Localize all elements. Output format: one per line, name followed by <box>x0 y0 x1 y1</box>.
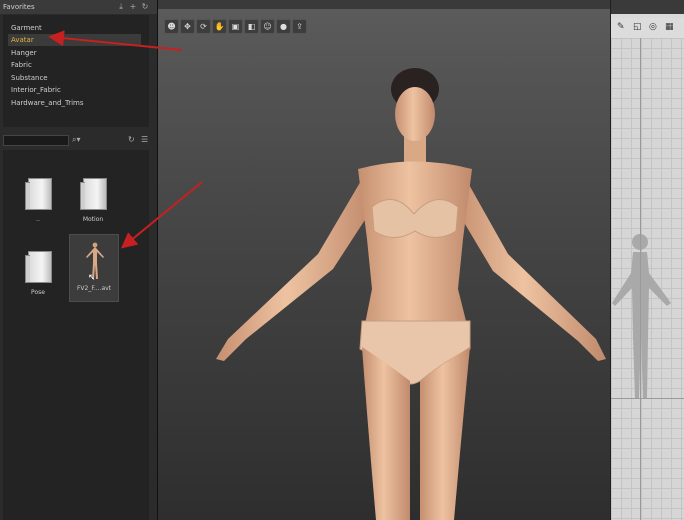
viewport-toolbar: ☻ ✥ ⟳ ✋ ▣ ◧ ☺ ● ⇪ <box>158 19 318 37</box>
mouse-cursor-icon: ↖ <box>88 273 96 283</box>
library-tile-avatar-file[interactable]: FV2_F....avt ↖ <box>69 234 119 302</box>
refresh-icon[interactable]: ↻ <box>140 0 150 14</box>
select-tool-icon[interactable]: ◱ <box>633 22 642 32</box>
favorites-item-avatar[interactable]: Avatar <box>8 34 141 46</box>
texture-tool-button[interactable]: ◧ <box>244 19 259 34</box>
move-tool-button[interactable]: ✥ <box>180 19 195 34</box>
favorites-item-fabric[interactable]: Fabric <box>8 59 141 71</box>
folder-icon <box>80 178 107 210</box>
favorites-title: Favorites <box>3 3 35 11</box>
search-icon[interactable]: ⌕▾ <box>72 135 81 145</box>
rotate-tool-button[interactable]: ⟳ <box>196 19 211 34</box>
2d-panel-header <box>611 0 684 14</box>
list-view-icon[interactable]: ☰ <box>141 135 148 144</box>
favorites-item-garment[interactable]: Garment <box>8 22 141 34</box>
export-tool-button[interactable]: ⇪ <box>292 19 307 34</box>
library-tile-pose[interactable]: Pose <box>14 241 62 307</box>
library-grid: .. Motion Pose FV2_F....avt ↖ <box>3 150 149 520</box>
edit-tool-icon[interactable]: ◎ <box>649 22 657 32</box>
favorites-item-hanger[interactable]: Hanger <box>8 47 141 59</box>
hide-tool-button[interactable]: ▣ <box>228 19 243 34</box>
favorites-list: Garment Avatar Hanger Fabric Substance I… <box>3 15 149 127</box>
folder-icon <box>25 251 52 283</box>
library-tile-motion[interactable]: Motion <box>69 168 117 234</box>
refresh-icon[interactable]: ↻ <box>128 135 135 144</box>
2d-horizontal-axis <box>611 398 684 399</box>
avatar-view-button[interactable]: ☺ <box>260 19 275 34</box>
library-search-input[interactable] <box>3 135 69 146</box>
favorites-item-hardware-and-trims[interactable]: Hardware_and_Trims <box>8 97 141 109</box>
2d-avatar-silhouette <box>612 234 671 398</box>
plus-icon[interactable]: + <box>128 0 138 14</box>
favorites-item-substance[interactable]: Substance <box>8 72 141 84</box>
2d-vertical-axis <box>640 38 641 520</box>
pattern-tool-icon[interactable]: ✎ <box>617 22 625 32</box>
favorites-item-interior-fabric[interactable]: Interior_Fabric <box>8 84 141 96</box>
avatar-tool-button[interactable]: ☻ <box>164 19 179 34</box>
main-toolbar <box>158 0 610 9</box>
folder-icon <box>25 178 52 210</box>
favorites-header: Favorites ⤓ + ↻ <box>0 0 157 14</box>
2d-grid-canvas[interactable] <box>611 38 684 520</box>
2d-panel-toolbar: ✎ ◱ ◎ ▦ <box>611 18 684 38</box>
download-icon[interactable]: ⤓ <box>116 0 126 14</box>
3d-viewport[interactable] <box>158 9 610 520</box>
pose-tool-button[interactable]: ✋ <box>212 19 227 34</box>
avatar-model <box>216 68 606 520</box>
color-tool-button[interactable]: ● <box>276 19 291 34</box>
library-tile-parent-folder[interactable]: .. <box>14 168 62 234</box>
grid-tool-icon[interactable]: ▦ <box>665 22 674 32</box>
